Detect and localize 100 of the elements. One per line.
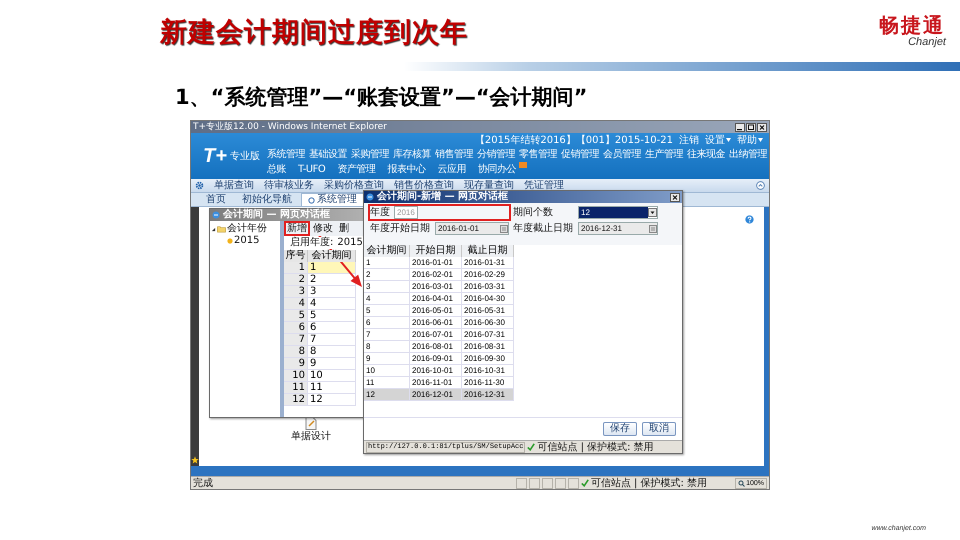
menu-item[interactable]: 采购管理 (351, 148, 389, 160)
table-cell[interactable]: 2016-04-30 (462, 293, 514, 305)
menu-item[interactable]: 往来现金 (687, 148, 725, 160)
menu-item[interactable]: 分销管理 (477, 148, 515, 160)
table-cell[interactable]: 2016-04-01 (410, 293, 462, 305)
dialog-button[interactable]: 取消 (642, 422, 676, 436)
table-cell[interactable]: 2016-06-30 (462, 317, 514, 329)
table-cell[interactable]: 7 (364, 329, 410, 341)
quick-link[interactable]: 销售价格查询 (394, 180, 454, 192)
table-cell[interactable]: 2016-12-31 (462, 389, 514, 401)
collapse-icon[interactable] (756, 181, 765, 190)
table-cell[interactable]: 2016-06-01 (410, 317, 462, 329)
tree-item[interactable]: 会计年份 (227, 223, 267, 235)
maximize-icon[interactable] (746, 122, 756, 132)
table-cell[interactable]: 2016-05-01 (410, 305, 462, 317)
table-cell[interactable]: 4 (308, 298, 356, 310)
table-cell[interactable]: 2016-08-31 (462, 341, 514, 353)
menu-item[interactable]: 资产管理 (337, 164, 376, 176)
help-icon[interactable] (745, 215, 754, 224)
quick-link[interactable]: 凭证管理 (524, 180, 564, 192)
quick-link[interactable]: 单据查询 (214, 180, 254, 192)
table-cell[interactable]: 6 (364, 317, 410, 329)
date-field[interactable]: 2016-12-31 (578, 222, 658, 235)
tab[interactable]: 初始化导航 (235, 193, 299, 206)
table-cell[interactable]: 8 (364, 341, 410, 353)
menu-item[interactable]: 系统管理 (267, 148, 305, 160)
table-cell[interactable]: 2016-01-31 (462, 257, 514, 269)
table-cell[interactable]: 4 (364, 293, 410, 305)
table-cell[interactable]: 2016-08-01 (410, 341, 462, 353)
zone-text: 可信站点 | 保护模式: 禁用 (537, 442, 654, 452)
menu-item[interactable]: 库存核算 (393, 148, 431, 160)
search-icon (738, 480, 746, 486)
table-cell[interactable]: 12 (308, 394, 356, 406)
menu-item[interactable]: 报表中心 (387, 164, 426, 176)
table-cell[interactable]: 1 (308, 262, 356, 274)
desktop-item-label[interactable]: 单据设计 (291, 431, 331, 443)
table-cell[interactable]: 5 (308, 310, 356, 322)
tab[interactable]: 系统管理 (301, 193, 364, 206)
quick-link[interactable]: 采购价格查询 (324, 180, 384, 192)
header-link[interactable]: 设置 (705, 133, 731, 147)
tree-item[interactable]: 2015 (234, 235, 260, 247)
menu-item[interactable]: 云应用 (437, 164, 466, 176)
close-icon[interactable] (757, 122, 767, 132)
table-cell[interactable]: 2016-05-31 (462, 305, 514, 317)
table-cell[interactable]: 10 (308, 370, 356, 382)
header-link[interactable]: 帮助 (737, 133, 763, 147)
table-cell[interactable]: 10 (364, 365, 410, 377)
table-cell[interactable]: 11 (308, 382, 356, 394)
table-cell[interactable]: 3 (364, 281, 410, 293)
table-cell[interactable]: 2016-07-31 (462, 329, 514, 341)
star-icon[interactable] (191, 456, 199, 464)
table-cell[interactable]: 2016-10-01 (410, 365, 462, 377)
date-field[interactable]: 2016-01-01 (435, 222, 509, 235)
table-cell[interactable]: 12 (364, 389, 410, 401)
close-icon[interactable] (670, 192, 680, 202)
menu-item[interactable]: 总账 (267, 164, 286, 176)
table-cell: 3 (284, 286, 308, 298)
table-cell[interactable]: 2016-12-01 (410, 389, 462, 401)
menu-item[interactable]: 销售管理 (435, 148, 473, 160)
table-cell[interactable]: 9 (364, 353, 410, 365)
table-cell[interactable]: 9 (308, 358, 356, 370)
table-cell[interactable]: 2016-02-29 (462, 269, 514, 281)
table-cell[interactable]: 2016-01-01 (410, 257, 462, 269)
table-cell[interactable]: 2 (364, 269, 410, 281)
table-cell[interactable]: 2016-09-01 (410, 353, 462, 365)
document-icon[interactable] (305, 417, 317, 430)
quick-link[interactable]: 现存量查询 (464, 180, 514, 192)
menu-item[interactable]: 促销管理 (561, 148, 599, 160)
table-cell[interactable]: 5 (364, 305, 410, 317)
calendar-icon[interactable] (500, 224, 508, 232)
table-cell[interactable]: 2016-02-01 (410, 269, 462, 281)
menu-item[interactable]: 协同办公 (478, 164, 516, 176)
dialog-button[interactable]: 保存 (603, 422, 637, 436)
menu-item[interactable]: 零售管理 (519, 148, 557, 160)
tab[interactable]: 首页 (199, 193, 233, 206)
menu-item[interactable]: 会员管理 (603, 148, 641, 160)
menu-item[interactable]: 生产管理 (645, 148, 683, 160)
table-cell[interactable]: 1 (364, 257, 410, 269)
settings-icon[interactable] (195, 181, 204, 190)
table-cell[interactable]: 2016-10-31 (462, 365, 514, 377)
menu-item[interactable]: 出纳管理 (729, 148, 767, 160)
menu-item[interactable]: T-UFO (298, 164, 326, 176)
minimize-icon[interactable] (735, 122, 745, 132)
table-cell[interactable]: 6 (308, 322, 356, 334)
calendar-icon[interactable] (649, 224, 657, 232)
menu-item[interactable]: 基础设置 (309, 148, 347, 160)
table-cell[interactable]: 2016-03-01 (410, 281, 462, 293)
table-cell[interactable]: 2016-03-31 (462, 281, 514, 293)
table-cell[interactable]: 7 (308, 334, 356, 346)
table-cell[interactable]: 3 (308, 286, 356, 298)
period-count-select[interactable]: 12 (578, 206, 658, 219)
table-cell[interactable]: 2016-09-30 (462, 353, 514, 365)
field-label: 年度截止日期 (513, 222, 574, 234)
table-cell[interactable]: 8 (308, 346, 356, 358)
header-link[interactable]: 注销 (679, 133, 699, 147)
toolbar-button[interactable]: 新增 (284, 221, 310, 236)
table-cell[interactable]: 2016-07-01 (410, 329, 462, 341)
quick-link[interactable]: 待审核业务 (264, 180, 314, 192)
field-label: 启用年度: (290, 237, 334, 249)
expand-arrow-icon[interactable] (211, 226, 216, 232)
